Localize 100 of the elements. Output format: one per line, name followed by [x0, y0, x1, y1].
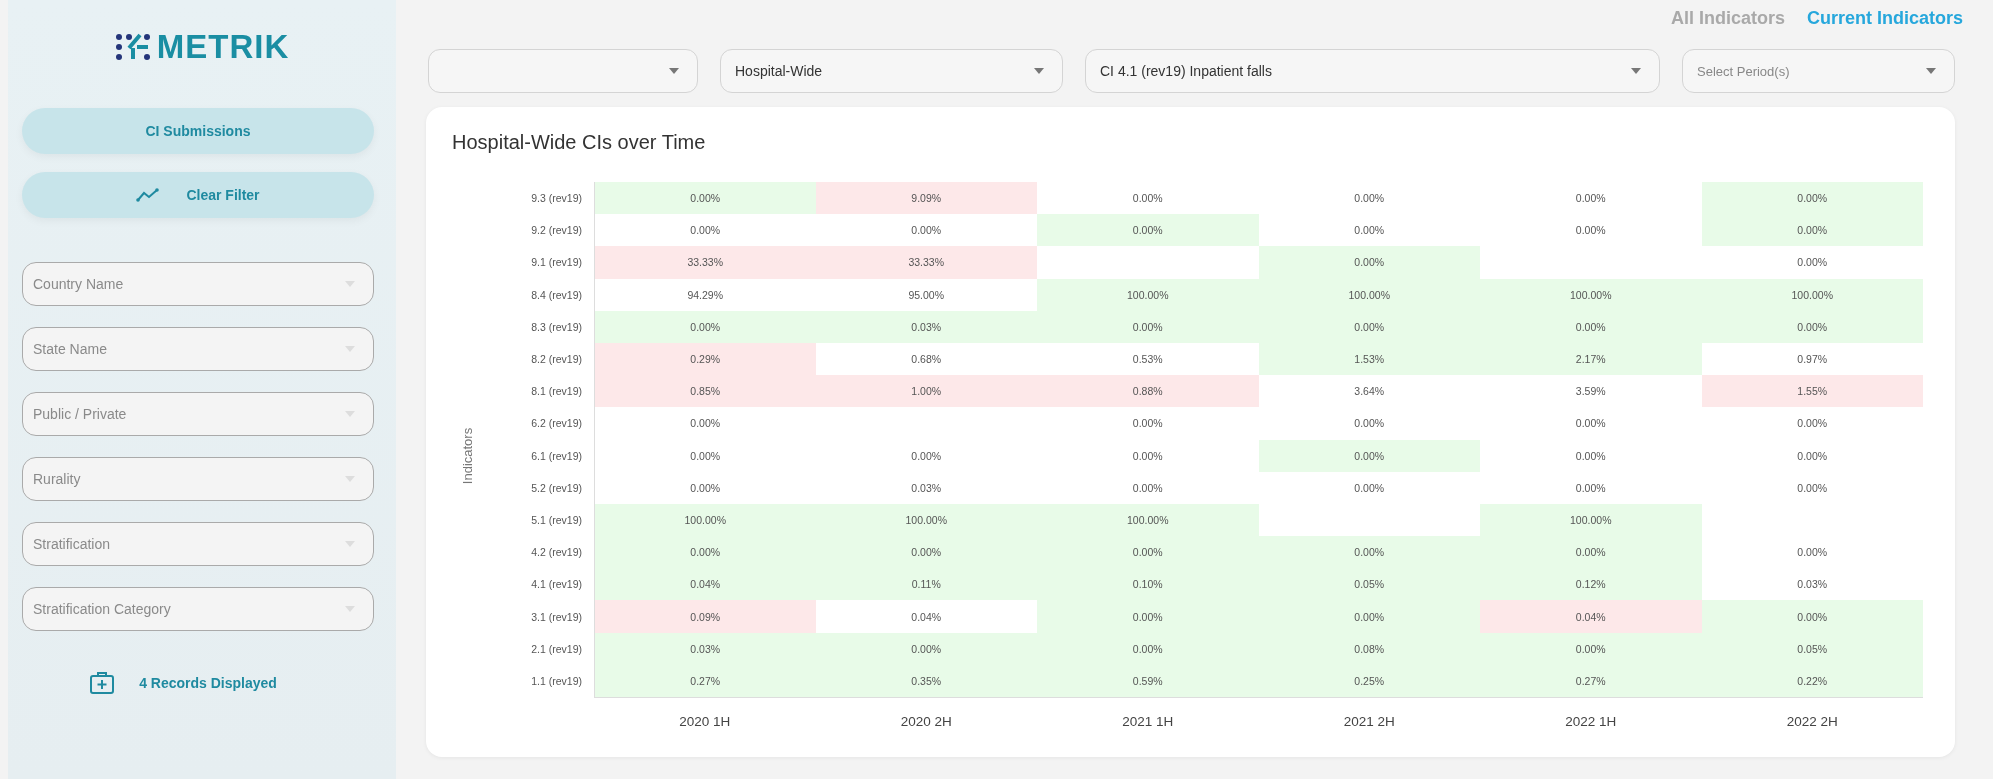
heatmap-cell: 0.00%: [1037, 600, 1259, 633]
heatmap-cell: 0.03%: [815, 310, 1037, 343]
heatmap-cell: 0.29%: [594, 342, 816, 376]
heatmap-cell: 0.00%: [594, 182, 816, 215]
heatmap-cell: 0.00%: [1037, 536, 1259, 569]
heatmap-cell: 100.00%: [1258, 278, 1480, 311]
heatmap-cell: 0.10%: [1037, 568, 1259, 601]
heatmap-cell: 33.33%: [815, 246, 1037, 279]
row-label: 2.1 (rev19): [530, 641, 583, 657]
heatmap-cell: 0.00%: [1037, 214, 1259, 247]
heatmap-cell: 0.00%: [1037, 632, 1259, 665]
heatmap-cell: 0.04%: [1480, 600, 1702, 633]
heatmap-cell: 0.00%: [1258, 310, 1480, 343]
heatmap-cell: 0.22%: [1701, 664, 1923, 697]
caret-icon: [1926, 68, 1936, 74]
column-label: 2022 2H: [1701, 697, 1923, 730]
trend-line-icon: [136, 188, 161, 202]
row-label: 4.2 (rev19): [530, 545, 583, 561]
heatmap-cell: 0.04%: [594, 568, 816, 601]
heatmap-cell: 100.00%: [1480, 503, 1702, 537]
view-tab[interactable]: Current Indicators: [1806, 8, 1963, 29]
column-label: 2021 2H: [1258, 697, 1480, 730]
heatmap-cell: 100.00%: [1701, 278, 1923, 311]
row-label: 9.2 (rev19): [530, 223, 583, 239]
heatmap-cell: 0.00%: [815, 632, 1037, 665]
heatmap-cell: 0.05%: [1258, 568, 1480, 601]
heatmap-cell: 100.00%: [1037, 278, 1259, 311]
heatmap-cell: 0.00%: [1258, 439, 1480, 472]
column-label: 2020 1H: [594, 697, 816, 730]
select-dropdown[interactable]: Hospital-Wide: [720, 49, 1063, 93]
heatmap-cell: 33.33%: [594, 246, 816, 279]
filter-dropdown[interactable]: Stratification: [22, 522, 374, 566]
logo-icon: [114, 33, 151, 61]
row-label: 3.1 (rev19): [530, 609, 583, 625]
heatmap-cell: 1.53%: [1258, 342, 1480, 376]
row-label: 6.2 (rev19): [530, 416, 583, 432]
heatmap-cell: 0.00%: [594, 310, 816, 343]
filter-dropdown[interactable]: Public / Private: [22, 392, 374, 436]
heatmap-cell: 0.35%: [815, 664, 1037, 697]
row-label: 8.2 (rev19): [530, 352, 583, 368]
chart-title: Hospital-Wide CIs over Time: [452, 131, 707, 154]
row-label: 6.1 (rev19): [530, 448, 583, 464]
column-label: 2020 2H: [815, 697, 1037, 730]
heatmap-cell: 0.03%: [594, 632, 816, 665]
heatmap-cell: 0.00%: [1701, 600, 1923, 633]
heatmap-cell: 0.59%: [1037, 664, 1259, 697]
heatmap-cell: 1.55%: [1701, 375, 1923, 408]
heatmap-cell: 0.27%: [1480, 664, 1702, 697]
heatmap-cell: 0.00%: [1480, 310, 1702, 343]
select-dropdown[interactable]: CI 4.1 (rev19) Inpatient falls: [1085, 49, 1660, 93]
heatmap-cell: 100.00%: [815, 503, 1037, 537]
filter-dropdown[interactable]: Country Name: [22, 262, 374, 306]
heatmap-cell: 0.85%: [594, 375, 816, 408]
caret-icon: [1034, 68, 1044, 74]
heatmap-cell: 0.00%: [1701, 214, 1923, 247]
row-label: 9.3 (rev19): [530, 191, 583, 207]
heatmap-cell: 100.00%: [594, 503, 816, 537]
heatmap-cell: 0.00%: [1701, 310, 1923, 343]
row-label: 8.1 (rev19): [530, 384, 583, 400]
logo-text: METRIK: [156, 28, 290, 66]
filter-dropdown[interactable]: Stratification Category: [22, 587, 374, 631]
heatmap-cell: 1.00%: [815, 375, 1037, 408]
medical-kit-icon: [89, 671, 116, 695]
row-label: 5.1 (rev19): [530, 512, 583, 528]
caret-icon: [1631, 68, 1641, 74]
heatmap-cell: 0.27%: [594, 664, 816, 697]
heatmap-cell: 0.00%: [1480, 536, 1702, 569]
heatmap-cell: 0.12%: [1480, 568, 1702, 601]
heatmap-cell: 0.08%: [1258, 632, 1480, 665]
heatmap-cell: 0.88%: [1037, 375, 1259, 408]
filter-dropdown[interactable]: State Name: [22, 327, 374, 371]
row-label: 8.4 (rev19): [530, 287, 583, 303]
heatmap-cell: 0.00%: [1258, 600, 1480, 633]
submissions-button[interactable]: CI Submissions: [22, 108, 374, 154]
axis-title: Indicators: [459, 427, 475, 484]
row-label: 5.2 (rev19): [530, 480, 583, 496]
heatmap-cell: 0.00%: [1037, 310, 1259, 343]
heatmap-cell: 0.11%: [815, 568, 1037, 601]
heatmap-cell: 0.00%: [1258, 536, 1480, 569]
row-label: 8.3 (rev19): [530, 319, 583, 335]
select-dropdown[interactable]: [428, 49, 698, 93]
heatmap-cell: 100.00%: [1037, 503, 1259, 537]
select-dropdown[interactable]: Select Period(s): [1682, 49, 1955, 93]
heatmap-cell: 0.25%: [1258, 664, 1480, 697]
heatmap-cell: 0.00%: [1258, 246, 1480, 279]
column-label: 2022 1H: [1480, 697, 1702, 730]
clear-filter-button[interactable]: Clear Filter: [22, 172, 374, 218]
heatmap-cell: 100.00%: [1480, 278, 1702, 311]
heatmap-cell: 0.09%: [594, 600, 816, 633]
heatmap-cell: 0.00%: [1701, 182, 1923, 215]
row-label: 4.1 (rev19): [530, 577, 583, 593]
view-tab[interactable]: All Indicators: [1670, 8, 1785, 29]
caret-icon: [669, 68, 679, 74]
heatmap-cell: 9.09%: [815, 182, 1037, 215]
filter-dropdown[interactable]: Rurality: [22, 457, 374, 501]
heatmap-cell: 2.17%: [1480, 342, 1702, 376]
row-label: 9.1 (rev19): [530, 255, 583, 271]
heatmap-cell: 0.00%: [815, 536, 1037, 569]
heatmap-cell: 0.00%: [1480, 632, 1702, 665]
column-label: 2021 1H: [1037, 697, 1259, 730]
